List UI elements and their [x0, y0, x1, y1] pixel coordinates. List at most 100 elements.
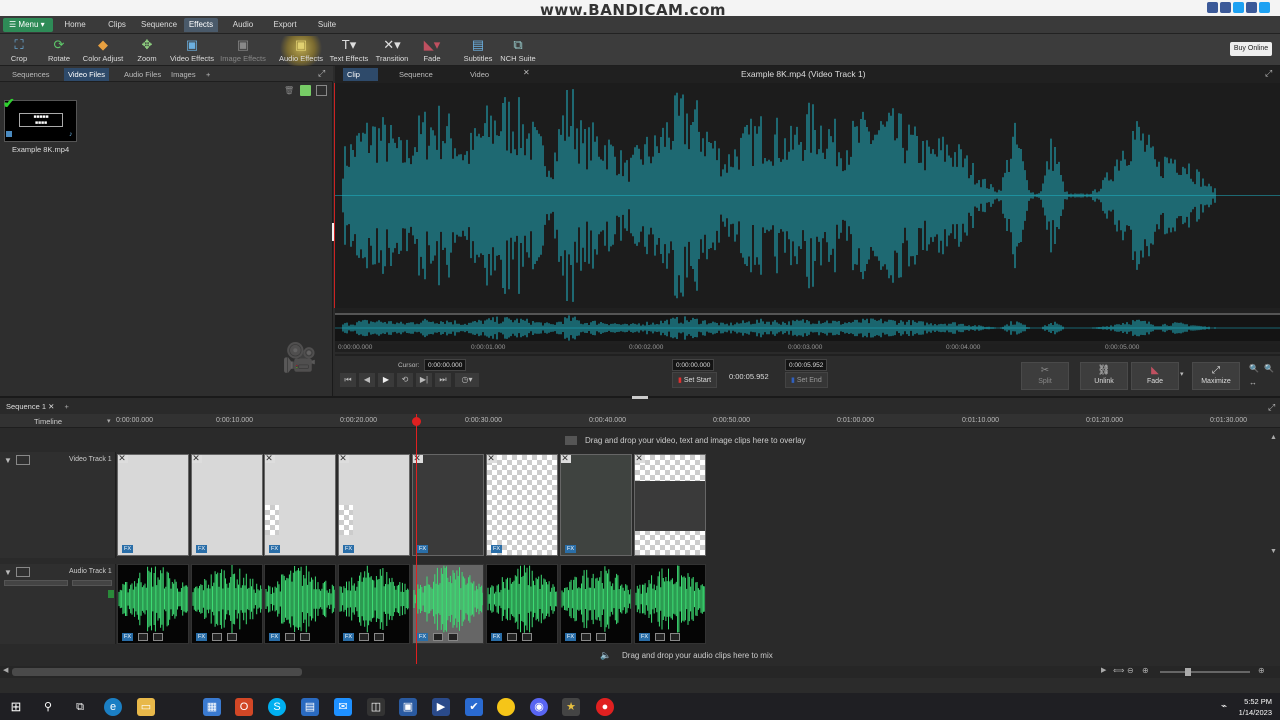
discord-icon[interactable]: ◉ — [530, 698, 548, 716]
maximize-button[interactable]: ⤢ Maximize — [1192, 362, 1240, 390]
delete-icon[interactable]: 🗑 — [284, 86, 294, 96]
timeline-playhead[interactable] — [416, 414, 417, 664]
audio-clip[interactable]: FX — [117, 564, 189, 644]
audio-link-icon[interactable] — [153, 633, 163, 641]
audio-volume-icon[interactable] — [655, 633, 665, 641]
tab-suite[interactable]: Suite — [312, 18, 342, 32]
bin-tab-video-files[interactable]: Video Files — [64, 68, 109, 81]
audio-link-icon[interactable] — [522, 633, 532, 641]
audio-fx-badge[interactable]: FX — [343, 633, 354, 641]
facebook-share-icon[interactable] — [1246, 2, 1257, 13]
zoom-slider-handle[interactable] — [1185, 668, 1191, 676]
audio-volume-icon[interactable] — [138, 633, 148, 641]
split-button[interactable]: ✂ Split — [1021, 362, 1069, 390]
video-clip[interactable]: ✕ FX — [191, 454, 263, 556]
rotate-button[interactable]: ⟳ Rotate — [35, 36, 83, 66]
scroll-up-icon[interactable]: ▲ — [1270, 434, 1277, 441]
transition-marker-icon[interactable]: ✕ — [413, 455, 423, 463]
zoom-out-icon[interactable]: 🔍 — [1249, 364, 1259, 373]
video-effects-button[interactable]: ▣ Video Effects — [167, 36, 217, 66]
clip-waveform[interactable] — [332, 83, 1280, 308]
clip-fx-badge[interactable]: FX — [343, 545, 354, 553]
todo-icon[interactable]: ✔ — [465, 698, 483, 716]
audio-clip[interactable]: FX — [560, 564, 632, 644]
waveform-overview[interactable] — [335, 313, 1280, 341]
start-time-field[interactable]: 0:00:00.000 — [672, 359, 715, 371]
audio-fx-badge[interactable]: FX — [639, 633, 650, 641]
video-clip[interactable]: ✕ FX — [412, 454, 484, 556]
transition-marker-icon[interactable]: ✕ — [339, 455, 349, 463]
like-icon[interactable] — [1207, 2, 1218, 13]
transition-marker-icon[interactable]: ✕ — [487, 455, 497, 463]
volume-slider[interactable] — [4, 580, 68, 586]
bandicam-icon[interactable]: ● — [596, 698, 614, 716]
search-icon[interactable]: ⚲ — [39, 698, 57, 716]
collapse-video-icon[interactable]: ▼ — [4, 456, 12, 465]
capture-icon[interactable]: ◫ — [367, 698, 385, 716]
video-clip[interactable]: ✕ FX — [117, 454, 189, 556]
transition-marker-icon[interactable]: ✕ — [561, 455, 571, 463]
tab-audio[interactable]: Audio — [228, 18, 258, 32]
audio-volume-icon[interactable] — [581, 633, 591, 641]
task-view-icon[interactable]: ⧉ — [71, 698, 89, 716]
office-icon[interactable]: O — [235, 698, 253, 716]
audio-volume-icon[interactable] — [212, 633, 222, 641]
audio-link-icon[interactable] — [596, 633, 606, 641]
audio-effects-button[interactable]: ▣ Audio Effects — [277, 36, 325, 66]
system-clock[interactable]: 5:52 PM 1/14/2023 — [1239, 696, 1272, 718]
transition-marker-icon[interactable]: ✕ — [192, 455, 202, 463]
audio-fx-badge[interactable]: FX — [122, 633, 133, 641]
audio-link-icon[interactable] — [670, 633, 680, 641]
audio-mute-icon[interactable] — [16, 567, 30, 577]
fade-clip-button[interactable]: ◣ Fade — [1131, 362, 1179, 390]
scroll-left-icon[interactable]: ◀ — [3, 666, 8, 674]
tab-sequence-preview[interactable]: Sequence Preview — [395, 68, 437, 92]
close-tab-icon[interactable]: ✕ — [523, 68, 530, 77]
bin-tab-add[interactable]: + — [202, 68, 214, 81]
timeline-zoom-in-icon[interactable]: ⊕ — [1142, 666, 1149, 675]
audio-fx-badge[interactable]: FX — [196, 633, 207, 641]
unlink-button[interactable]: ⛓ Unlink — [1080, 362, 1128, 390]
fit-timeline-icon[interactable]: ⟺ — [1113, 666, 1124, 675]
timeline-zoom-icon[interactable]: ⊕ — [1258, 666, 1265, 675]
scroll-right-icon[interactable]: ▶ — [1101, 666, 1106, 674]
audio-clip[interactable]: FX — [634, 564, 706, 644]
audio-volume-icon[interactable] — [285, 633, 295, 641]
audio-volume-icon[interactable] — [359, 633, 369, 641]
tab-sequence[interactable]: Sequence — [140, 18, 178, 32]
skype-icon[interactable]: S — [268, 698, 286, 716]
store-icon[interactable]: ▦ — [203, 698, 221, 716]
timeline-dropdown-icon[interactable]: ▾ — [107, 417, 111, 425]
audio-fx-badge[interactable]: FX — [417, 633, 428, 641]
preview-playhead[interactable] — [334, 83, 335, 308]
buy-online-button[interactable]: Buy Online — [1230, 42, 1272, 56]
zoom-button[interactable]: ✥ Zoom — [123, 36, 171, 66]
image-effects-button[interactable]: ▣ Image Effects — [218, 36, 268, 66]
video-clip[interactable]: ✕ — [634, 454, 706, 556]
panel-splitter[interactable] — [632, 396, 648, 399]
undock-icon[interactable]: ⤢ — [318, 68, 325, 79]
fade-button[interactable]: ◣▾ Fade — [408, 36, 456, 66]
clip-fx-badge[interactable]: FX — [565, 545, 576, 553]
clip-fx-badge[interactable]: FX — [491, 545, 502, 553]
videopad-icon[interactable]: ★ — [562, 698, 580, 716]
nch-suite-button[interactable]: ⧉ NCH Suite — [494, 36, 542, 66]
loop-button[interactable]: ⟲ — [397, 373, 413, 387]
audio-link-icon[interactable] — [227, 633, 237, 641]
video-clip[interactable]: ✕ FX — [338, 454, 410, 556]
sequence-tab[interactable]: Sequence 1 ✕ + — [6, 402, 69, 411]
timeline-undock-icon[interactable]: ⤢ — [1268, 402, 1275, 413]
clip-fx-badge[interactable]: FX — [122, 545, 133, 553]
video-clip[interactable]: ✕ FX — [560, 454, 632, 556]
audio-clip[interactable]: FX — [412, 564, 484, 644]
facebook-icon[interactable] — [1220, 2, 1231, 13]
prev-frame-button[interactable]: ◀ — [359, 373, 375, 387]
audio-fx-badge[interactable]: FX — [565, 633, 576, 641]
audio-volume-icon[interactable] — [433, 633, 443, 641]
pan-slider[interactable] — [72, 580, 112, 586]
twitter-share-icon[interactable] — [1259, 2, 1270, 13]
bin-tab-images[interactable]: Images — [167, 68, 200, 81]
audio-clip[interactable]: FX — [338, 564, 410, 644]
transition-marker-icon[interactable]: ✕ — [265, 455, 275, 463]
skip-start-button[interactable]: ⏮ — [340, 373, 356, 387]
